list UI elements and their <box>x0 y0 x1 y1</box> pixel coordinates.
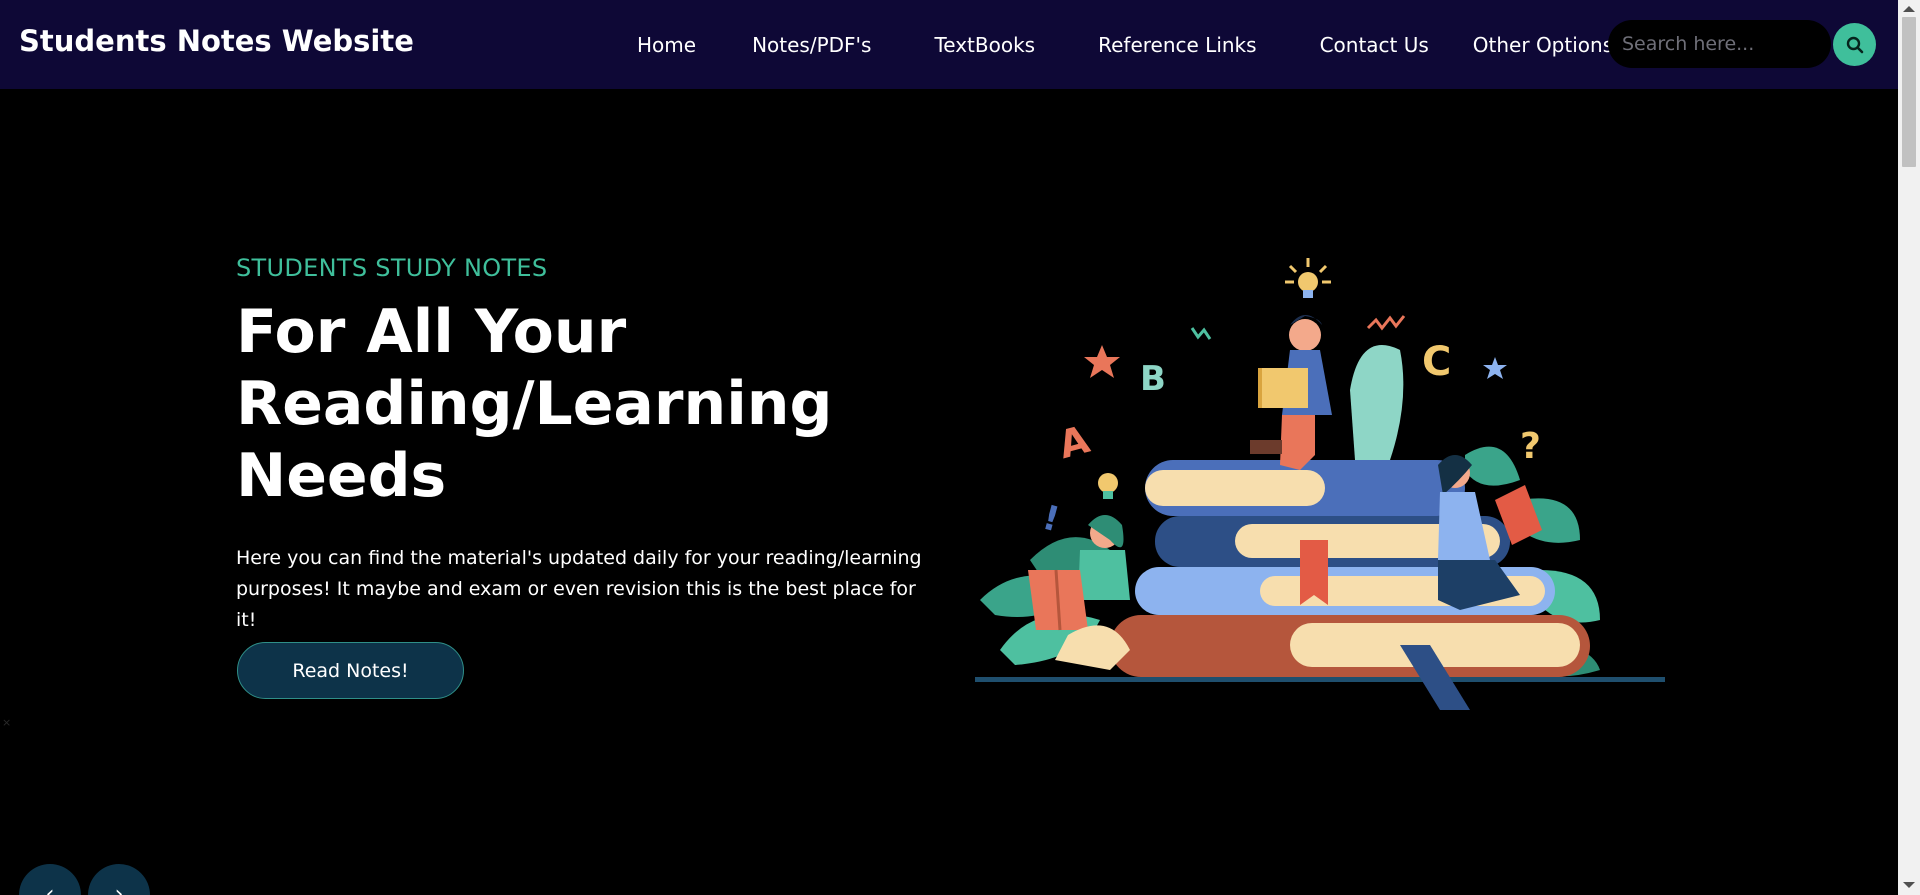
site-brand[interactable]: Students Notes Website <box>19 24 414 58</box>
search-button[interactable] <box>1833 23 1876 66</box>
search-input[interactable] <box>1622 30 1782 58</box>
letter-c: C <box>1422 339 1451 385</box>
page-scrollbar[interactable] <box>1898 0 1920 895</box>
nav-contact-us[interactable]: Contact Us <box>1320 33 1429 57</box>
headline-line-1: For All Your <box>236 297 627 367</box>
scroll-thumb[interactable] <box>1902 17 1916 167</box>
chevron-left-icon: ‹ <box>45 882 55 895</box>
headline-line-2: Reading/Learning <box>236 369 833 439</box>
hero-description: Here you can find the material's updated… <box>236 547 922 631</box>
headline-line-3: Needs <box>236 441 447 511</box>
search-box <box>1608 20 1831 68</box>
nav-home[interactable]: Home <box>637 33 696 57</box>
navbar: Students Notes Website Home Notes/PDF's … <box>0 0 1898 89</box>
hero-eyebrow: STUDENTS STUDY NOTES <box>236 254 548 282</box>
slide-marker: × <box>2 716 12 729</box>
hero-headline: For All Your Reading/Learning Needs <box>236 296 936 512</box>
nav-textbooks[interactable]: TextBooks <box>934 33 1035 57</box>
letter-b: B <box>1140 359 1166 399</box>
read-notes-button[interactable]: Read Notes! <box>237 642 464 699</box>
nav-reference-links[interactable]: Reference Links <box>1098 33 1256 57</box>
question-mark: ? <box>1520 426 1541 467</box>
chevron-right-icon: › <box>114 882 124 895</box>
letter-a: A <box>1054 417 1094 467</box>
nav-links: Home Notes/PDF's TextBooks Reference Lin… <box>612 0 1635 89</box>
scroll-up-arrow-icon[interactable] <box>1903 6 1915 12</box>
nav-notes-pdfs[interactable]: Notes/PDF's <box>752 33 871 57</box>
search-icon <box>1846 36 1863 53</box>
scroll-down-arrow-icon[interactable] <box>1903 882 1915 888</box>
exclamation-mark: ! <box>1038 498 1063 541</box>
reading-students-illustration: A B C ! ? <box>975 258 1665 710</box>
